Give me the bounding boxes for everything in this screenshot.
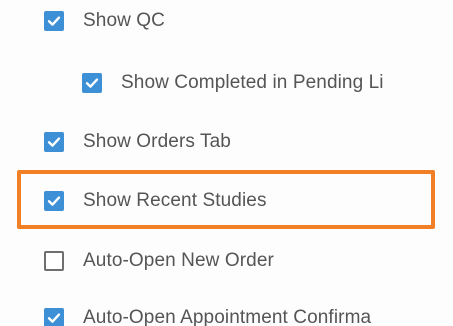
setting-show-completed-in-pending[interactable]: Show Completed in Pending Li [82, 68, 384, 98]
checkmark-icon [47, 16, 61, 26]
checkbox-auto-open-new-order[interactable] [44, 251, 64, 271]
checkmark-icon [47, 313, 61, 323]
setting-show-qc[interactable]: Show QC [44, 6, 165, 36]
checkbox-show-orders-tab[interactable] [44, 132, 64, 152]
setting-label-show-orders-tab: Show Orders Tab [83, 131, 231, 152]
checkbox-auto-open-appointment-confirmation[interactable] [44, 308, 64, 326]
setting-label-show-completed-in-pending: Show Completed in Pending Li [121, 72, 384, 93]
setting-label-auto-open-new-order: Auto-Open New Order [83, 250, 274, 271]
checkbox-show-qc[interactable] [44, 11, 64, 31]
setting-label-show-qc: Show QC [83, 10, 166, 31]
checkbox-show-completed-in-pending[interactable] [82, 73, 102, 93]
settings-panel: Show QC Show Completed in Pending Li Sho… [0, 0, 453, 326]
setting-auto-open-new-order[interactable]: Auto-Open New Order [44, 246, 274, 276]
checkmark-icon [85, 78, 99, 88]
setting-label-auto-open-appointment-confirmation: Auto-Open Appointment Confirma [83, 307, 372, 326]
setting-auto-open-appointment-confirmation[interactable]: Auto-Open Appointment Confirma [44, 303, 371, 326]
highlight-box [17, 170, 435, 229]
setting-show-orders-tab[interactable]: Show Orders Tab [44, 127, 231, 157]
checkmark-icon [47, 137, 61, 147]
